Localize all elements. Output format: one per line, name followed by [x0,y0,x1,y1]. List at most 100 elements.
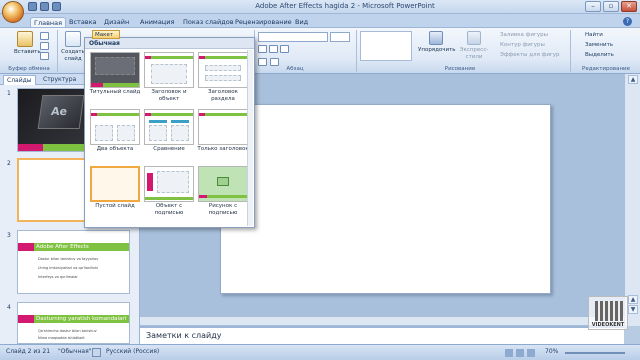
gallery-scrollbar[interactable] [247,50,253,226]
thumb-bullet: Uning imkoniyatlari va qo'llanilishi [38,266,99,270]
arrange-label: Упорядочить [418,47,456,53]
thumb-bullet: Interfeys va qurilmalar [38,275,78,279]
title-bar-magenta [18,315,34,323]
new-slide-button[interactable]: Создать слайд [60,31,86,63]
quick-styles-icon [467,31,481,45]
thumb-bullet: Dastur bilan tanishuv va tayyorlov [38,257,99,261]
underline-icon[interactable] [280,45,289,53]
building-logo [595,301,623,321]
normal-view-icon[interactable] [505,349,513,357]
next-slide-icon[interactable]: ▼ [628,305,638,314]
layout-option-title-slide[interactable]: Титульный слайд [89,52,141,104]
quick-styles-button[interactable]: Экспресс-стили [456,31,492,61]
group-divider [356,30,357,72]
font-size-combo[interactable] [330,32,350,42]
help-icon[interactable]: ? [623,17,632,26]
copy-icon[interactable] [40,42,49,50]
layout-option-title-only[interactable]: Только заголовок [197,109,249,161]
watermark-text: VIDEOKENT [591,322,625,328]
drawing-group-label: Рисование [444,66,476,72]
language-indicator[interactable]: Русский (Россия) [106,348,159,355]
paste-button[interactable]: Вставить [14,31,41,56]
tab-outline[interactable]: Структура [40,75,79,85]
slide-number: 4 [7,304,11,311]
office-button[interactable] [2,1,24,23]
layout-preview [144,109,194,145]
font-name-combo[interactable] [258,32,328,42]
thumb-title: Dasturning yaratish komandalari [36,316,127,322]
numbering-icon[interactable] [270,58,279,66]
select-button[interactable]: Выделить [585,52,614,58]
layout-option-picture-with-caption[interactable]: Рисунок с подписью [197,166,249,218]
title-bar-magenta [18,243,34,251]
thumb-bullet: Qo'shimcha dastur bilan tanishuv [38,329,97,333]
layout-preview [198,109,248,145]
theme-name: "Обычная" [58,348,92,355]
window-title: Adobe After Effects hagida 2 - Microsoft… [255,2,435,10]
maximize-button[interactable]: ▫ [603,1,619,12]
window-controls: – ▫ ✕ [585,1,637,12]
layout-preview [198,52,248,88]
layout-option-section-header[interactable]: Заголовок раздела [197,52,249,104]
shape-effects-button[interactable]: Эффекты для фигур [500,52,560,58]
slide-thumbnail-3[interactable]: Adobe After Effects Dastur bilan tanishu… [17,230,130,294]
bold-icon[interactable] [258,45,267,53]
cut-icon[interactable] [40,32,49,40]
arrange-icon [429,31,443,45]
shape-fill-button[interactable]: Заливка фигуры [500,32,548,38]
current-slide[interactable] [220,104,551,294]
group-divider [57,30,58,72]
zoom-level[interactable]: 70% [545,348,558,355]
layout-button[interactable]: Макет [92,30,120,39]
paste-label: Вставить [14,49,41,55]
notes-pane[interactable]: Заметки к слайду [140,326,624,344]
layout-preview [90,52,140,88]
shape-outline-button[interactable]: Контур фигуры [500,42,545,48]
save-icon[interactable] [28,2,37,11]
layout-option-label: Заголовок раздела [208,89,238,102]
slide-number: 1 [7,90,11,97]
layout-preview [90,109,140,145]
quick-styles-label: Экспресс-стили [459,47,489,60]
layout-option-label: Титульный слайд [89,89,141,95]
horizontal-scrollbar[interactable] [140,316,624,325]
find-button[interactable]: Найти [585,32,603,38]
layout-option-content-with-caption[interactable]: Объект с подписью [143,166,195,218]
layout-option-two-content[interactable]: Два объекта [89,109,141,161]
minimize-button[interactable]: – [585,1,601,12]
prev-slide-icon[interactable]: ▲ [628,295,638,304]
arrange-button[interactable]: Упорядочить [418,31,456,54]
layout-option-title-and-content[interactable]: Заголовок и объект [143,52,195,104]
layout-option-label: Только заголовок [197,146,249,152]
layout-option-comparison[interactable]: Сравнение [143,109,195,161]
redo-icon[interactable] [52,2,61,11]
layout-option-blank[interactable]: Пустой слайд [89,166,141,218]
magenta-bar [18,144,43,151]
title-bar: Adobe After Effects hagida 2 - Microsoft… [0,0,640,14]
group-divider [570,30,571,72]
tab-slides[interactable]: Слайды [3,75,36,85]
layout-option-label: Заголовок и объект [151,89,187,102]
layout-option-label: Два объекта [96,146,134,152]
replace-button[interactable]: Заменить [585,42,613,48]
scroll-up-icon[interactable]: ▲ [628,75,638,84]
bullets-icon[interactable] [258,58,267,66]
vertical-scrollbar[interactable]: ▲ ▲ ▼ [624,74,640,326]
undo-icon[interactable] [40,2,49,11]
shapes-gallery[interactable] [360,31,412,61]
layout-preview [144,166,194,202]
zoom-slider[interactable] [565,352,625,354]
gallery-header: Обычная [85,38,254,49]
sorter-view-icon[interactable] [516,349,524,357]
close-button[interactable]: ✕ [621,1,637,12]
layout-option-label: Сравнение [153,146,185,152]
paragraph-group-label: Абзац [286,66,304,72]
italic-icon[interactable] [269,45,278,53]
spellcheck-icon[interactable] [92,348,101,357]
editing-group-label: Редактирование [582,66,630,72]
format-painter-icon[interactable] [40,52,49,60]
layout-option-label: Пустой слайд [95,203,135,209]
slide-number: 2 [7,160,11,167]
slide-thumbnail-4[interactable]: Dasturning yaratish komandalari Qo'shimc… [17,302,130,344]
slideshow-view-icon[interactable] [527,349,535,357]
